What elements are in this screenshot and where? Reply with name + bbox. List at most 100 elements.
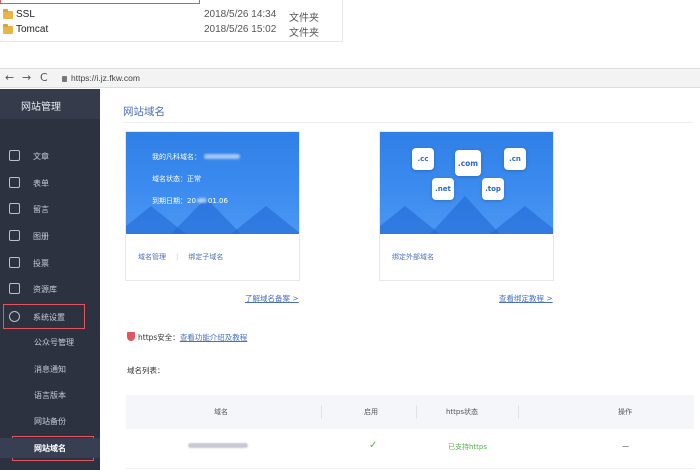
sidebar-title: 网站管理: [0, 89, 100, 119]
column-header: https状态: [446, 408, 479, 416]
sidebar-item-label: 资源库: [33, 285, 57, 294]
sidebar-subitem-label: 公众号管理: [34, 338, 74, 347]
sidebar-item-label: 表单: [33, 179, 49, 188]
https-status-cell: 已支持https: [448, 443, 488, 451]
banner-mountain: [490, 206, 553, 234]
sidebar-item-form[interactable]: 表单: [0, 173, 100, 193]
banner-mountain: [231, 206, 299, 234]
address-bar[interactable]: https://i.jz.fkw.com: [62, 73, 140, 83]
tld-cn-icon: .cn: [504, 148, 526, 170]
folder-row[interactable]: SSL 2018/5/26 14:34 文件夹: [0, 8, 342, 24]
card-links: 域名管理 | 绑定子域名: [138, 252, 223, 262]
sidebar-subitem-label: 网站域名: [34, 444, 66, 453]
https-row: https安全：查看功能介绍及教程: [127, 332, 247, 343]
sidebar-item-resource[interactable]: 资源库: [0, 279, 100, 299]
table-header: 域名 启用 https状态 操作: [126, 395, 694, 429]
folder-date: 2018/5/26 14:34: [204, 9, 277, 20]
settings-icon: [9, 311, 20, 322]
sidebar-item-label: 投票: [33, 259, 49, 268]
selected-row-outline: [0, 0, 200, 4]
column-separator: [321, 405, 322, 419]
action-cell[interactable]: —: [622, 442, 629, 450]
domain-line: 我的凡科域名：: [152, 152, 240, 162]
screenshot: SSL 2018/5/26 14:34 文件夹 Tomcat 2018/5/26…: [0, 0, 700, 470]
column-header: 启用: [364, 408, 378, 416]
status-line: 域名状态：正常: [152, 175, 201, 183]
external-domain-card: .cc .com .cn .net .top 绑定外部域名: [379, 131, 554, 281]
url-text: https://i.jz.fkw.com: [71, 73, 140, 83]
bind-external-domain-link[interactable]: 绑定外部域名: [392, 253, 434, 261]
https-label: https安全：: [138, 333, 180, 342]
divider: [123, 122, 693, 123]
folder-name: SSL: [16, 9, 35, 20]
sidebar-subitem-label: 消息通知: [34, 365, 66, 374]
sidebar-subitem-language[interactable]: 语言版本: [0, 385, 100, 405]
domain-label: 我的凡科域名：: [152, 153, 201, 161]
domain-cell: [188, 442, 248, 450]
card-links: 绑定外部域名: [392, 252, 434, 262]
sidebar-item-vote[interactable]: 投票: [0, 253, 100, 273]
main-content: 网站域名 我的凡科域名： 域名状态：正常 到期日期：20 01.06 域名管理 | 绑…: [100, 89, 700, 470]
enabled-check-icon: ✓: [369, 440, 378, 451]
table-row[interactable]: ✓ 已支持https —: [126, 429, 694, 469]
link-separator: |: [176, 253, 179, 261]
sidebar-subitem-backup[interactable]: 网站备份: [0, 411, 100, 431]
folder-icon: [3, 9, 13, 19]
resource-icon: [9, 283, 20, 294]
domain-manage-link[interactable]: 域名管理: [138, 253, 166, 261]
folder-date: 2018/5/26 15:02: [204, 24, 277, 35]
back-button[interactable]: ←: [5, 71, 14, 84]
tld-cc-icon: .cc: [412, 148, 434, 170]
gallery-icon: [9, 230, 20, 241]
sidebar-subitem-domain[interactable]: 网站域名: [0, 438, 100, 458]
bind-tutorial-link[interactable]: 查看绑定教程 >: [499, 293, 553, 304]
lock-icon: [62, 76, 67, 82]
folder-icon: [3, 24, 13, 34]
blurred-value: [188, 443, 248, 448]
expiry-suffix: 01.06: [207, 197, 228, 205]
https-intro-link[interactable]: 查看功能介绍及教程: [180, 333, 248, 342]
browser-toolbar: ← → C https://i.jz.fkw.com: [0, 68, 700, 88]
domain-filing-link[interactable]: 了解域名备案 >: [245, 293, 299, 304]
file-explorer-snippet: SSL 2018/5/26 14:34 文件夹 Tomcat 2018/5/26…: [0, 0, 343, 42]
domain-list-label: 域名列表：: [127, 366, 165, 375]
vote-icon: [9, 257, 20, 268]
sidebar-item-gallery[interactable]: 图册: [0, 226, 100, 246]
expiry-line: 到期日期：20 01.06: [152, 196, 228, 206]
blurred-value: [196, 198, 207, 203]
shield-icon: [127, 332, 135, 341]
sidebar-item-label: 文章: [33, 152, 49, 161]
column-header: 操作: [618, 408, 632, 416]
sidebar-subitem-wechat[interactable]: 公众号管理: [0, 332, 100, 352]
sidebar-subitem-label: 语言版本: [34, 391, 66, 400]
tld-top-icon: .top: [482, 178, 504, 200]
folder-row[interactable]: Tomcat 2018/5/26 15:02 文件夹: [0, 23, 342, 39]
sidebar-item-label: 留言: [33, 205, 49, 214]
sidebar-item-message[interactable]: 留言: [0, 199, 100, 219]
form-icon: [9, 177, 20, 188]
tld-com-icon: .com: [455, 150, 481, 176]
sidebar-item-label: 图册: [33, 232, 49, 241]
article-icon: [9, 150, 20, 161]
expiry-prefix: 到期日期：20: [152, 197, 196, 205]
folder-type: 文件夹: [289, 28, 319, 39]
sidebar-item-label: 系统设置: [33, 313, 65, 322]
sidebar-item-settings[interactable]: 系统设置: [0, 307, 100, 327]
sidebar-item-article[interactable]: 文章: [0, 146, 100, 166]
folder-name: Tomcat: [16, 24, 49, 35]
card-banner: .cc .com .cn .net .top: [380, 132, 553, 234]
column-separator: [416, 405, 417, 419]
fkw-domain-card: 我的凡科域名： 域名状态：正常 到期日期：20 01.06 域名管理 | 绑定子域名: [125, 131, 300, 281]
bind-subdomain-link[interactable]: 绑定子域名: [188, 253, 223, 261]
tld-net-icon: .net: [432, 178, 454, 200]
sidebar-subitem-label: 网站备份: [34, 417, 66, 426]
page-title: 网站域名: [123, 106, 165, 118]
sidebar: 网站管理 文章 表单 留言 图册 投票 资源库 系统设置 公众号管理 消息通知 …: [0, 89, 100, 470]
forward-button[interactable]: →: [22, 71, 31, 84]
blurred-value: [204, 154, 240, 159]
sidebar-subitem-notification[interactable]: 消息通知: [0, 359, 100, 379]
message-icon: [9, 203, 20, 214]
column-separator: [518, 405, 519, 419]
reload-button[interactable]: C: [40, 71, 48, 84]
folder-type: 文件夹: [289, 13, 319, 24]
